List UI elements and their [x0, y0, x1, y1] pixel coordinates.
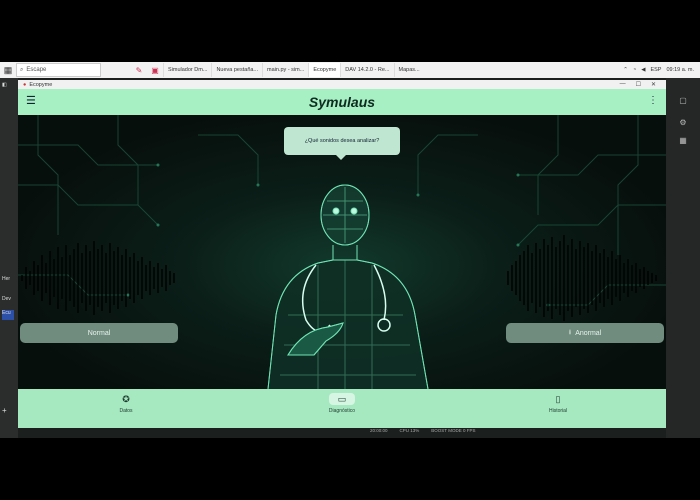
status-text: CPU 13%: [399, 428, 420, 433]
nav-item-historial[interactable]: ▯ Historial: [538, 393, 578, 423]
app-window: ● Ecopyme — ☐ ✕ ☰ Symulaus ⋮ ¿Qué sonido…: [18, 80, 666, 428]
taskbar-tab[interactable]: main.py - sim...: [262, 63, 308, 77]
bottom-navigation: ✪ Datos ▭ Diagnóstico ▯ Historial: [18, 389, 666, 428]
screen: ▦ ⌕ Escape ✎ ▣ Simulador Dm... Nueva pes…: [0, 62, 700, 438]
taskbar-search-text: Escape: [26, 67, 47, 73]
taskbar-pdf-icon[interactable]: ▣: [147, 66, 163, 75]
taskbar-tab[interactable]: Simulador Dm...: [163, 63, 211, 77]
status-strip: 20:00:00 CPU 13% BOOST MODE 0 FPS: [370, 428, 475, 433]
windows-start-icon[interactable]: ▦: [0, 62, 16, 78]
settings-icon[interactable]: ⚙: [678, 118, 688, 128]
desktop-icon[interactable]: ◧: [2, 82, 14, 92]
system-tray: ⌃ ◔ ◀ ESP 09:19 a. m.: [623, 67, 700, 73]
normal-button-label: Normal: [87, 329, 111, 337]
wifi-icon[interactable]: ◔: [633, 67, 636, 73]
window-title: Ecopyme: [29, 81, 53, 88]
minimize-button[interactable]: —: [620, 81, 626, 88]
volume-icon[interactable]: ◀: [641, 67, 645, 73]
taskbar-tab[interactable]: Mapas...: [393, 63, 424, 77]
hamburger-menu-icon[interactable]: ☰: [26, 95, 38, 107]
desktop-right-strip: ▢ ⚙ ▦: [666, 78, 700, 438]
left-waveform-image: [21, 241, 175, 315]
abnormal-button-label: Anormal: [575, 329, 602, 337]
window-controls: — ☐ ✕: [620, 81, 666, 88]
taskbar-app-icon[interactable]: ✎: [131, 66, 147, 75]
tray-time[interactable]: 09:19 a. m.: [666, 67, 694, 73]
search-icon: ⌕: [20, 66, 24, 73]
taskbar-tab[interactable]: Nueva pestaña...: [211, 63, 262, 77]
taskbar-tab[interactable]: DAV 14.2.0 - Re...: [340, 63, 393, 77]
right-waveform-image: [507, 235, 657, 321]
close-button[interactable]: ✕: [651, 81, 656, 88]
main-content: ¿Qué sonidos desea analizar? Normal ⭳ An…: [18, 115, 666, 389]
windows-taskbar: ▦ ⌕ Escape ✎ ▣ Simulador Dm... Nueva pes…: [0, 62, 700, 78]
question-text: ¿Qué sonidos desea analizar?: [304, 138, 380, 144]
app-logo-icon: ●: [23, 81, 27, 88]
nav-item-diagnostico[interactable]: ▭ Diagnóstico: [322, 393, 362, 423]
app-bar: ☰ Symulaus ⋮: [18, 89, 666, 115]
nav-label: Datos: [119, 408, 133, 414]
nav-label: Historial: [548, 408, 568, 414]
abnormal-button[interactable]: ⭳ Anormal: [506, 323, 664, 343]
grid-icon[interactable]: ▦: [678, 136, 688, 146]
chevron-up-icon[interactable]: ⌃: [623, 67, 628, 73]
bookmark-icon: ▯: [555, 393, 561, 404]
normal-button[interactable]: Normal: [20, 323, 178, 343]
nav-item-datos[interactable]: ✪ Datos: [106, 393, 146, 423]
add-icon[interactable]: +: [2, 406, 14, 416]
status-text: BOOST MODE 0 FPS: [431, 428, 476, 433]
status-text: 20:00:00: [370, 428, 388, 433]
desktop-label: Dev: [2, 296, 11, 302]
chat-icon: ▭: [329, 393, 355, 405]
desktop-left-strip: ◧ Her Dev Ecu +: [0, 78, 18, 438]
compass-icon: ✪: [122, 393, 130, 404]
tray-lang[interactable]: ESP: [650, 67, 661, 73]
holographic-doctor-image: [267, 184, 429, 389]
desktop-label: Her: [2, 276, 11, 282]
download-icon: ⭳: [568, 328, 572, 336]
desktop-label: Ecu: [2, 310, 14, 320]
taskbar-tab-active[interactable]: Ecopyme: [308, 63, 341, 77]
more-options-icon[interactable]: ⋮: [648, 95, 658, 106]
window-titlebar: ● Ecopyme — ☐ ✕: [18, 80, 666, 89]
question-bubble: ¿Qué sonidos desea analizar?: [284, 127, 400, 160]
nav-label: Diagnóstico: [328, 408, 356, 414]
taskbar-search[interactable]: ⌕ Escape: [16, 63, 101, 77]
page-title: Symulaus: [308, 94, 376, 110]
screen-icon[interactable]: ▢: [678, 96, 688, 106]
maximize-button[interactable]: ☐: [636, 81, 641, 88]
